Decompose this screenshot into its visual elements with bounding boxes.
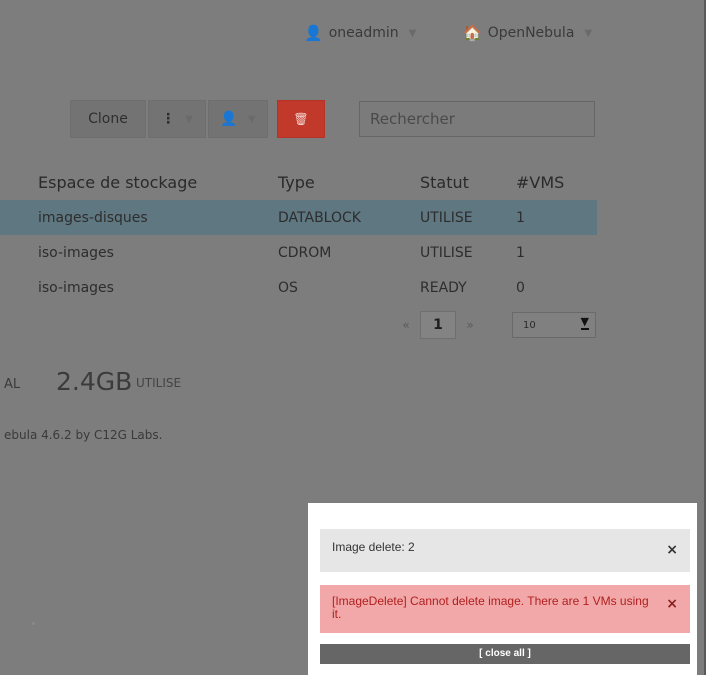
notification-info-text: Image delete: 2 <box>332 540 415 554</box>
clone-button-label: Clone <box>88 111 128 127</box>
top-navigation: 👤 oneadmin ▼ 🏠 OpenNebula ▼ <box>0 24 704 46</box>
close-icon[interactable]: × <box>666 542 678 558</box>
images-table: Espace de stockage Type Statut #VMS imag… <box>0 164 597 305</box>
cell-vms: 1 <box>516 244 525 261</box>
table-header-row: Espace de stockage Type Statut #VMS <box>0 164 597 200</box>
ownership-button[interactable]: 👤 ▼ <box>208 100 268 138</box>
user-menu[interactable]: 👤 oneadmin ▼ <box>304 24 416 42</box>
total-size: 2.4GB <box>56 367 133 396</box>
more-actions-button[interactable]: ⋮ ▼ <box>148 100 206 138</box>
more-icon: ⋮ <box>161 111 176 127</box>
current-page-number: 1 <box>433 317 443 333</box>
decorative-dot <box>32 622 35 625</box>
cell-type: CDROM <box>278 244 332 261</box>
close-icon[interactable]: × <box>666 597 678 611</box>
home-icon: 🏠 <box>463 24 482 42</box>
cell-status: READY <box>420 279 467 296</box>
next-page-button[interactable]: » <box>456 318 484 332</box>
page-size-select[interactable]: 10 ▼ <box>512 312 596 338</box>
column-header-type[interactable]: Type <box>278 164 420 200</box>
delete-button[interactable]: 🗑 <box>277 100 325 138</box>
notification-error-text: [ImageDelete] Cannot delete image. There… <box>332 594 649 621</box>
cell-datastore: images-disques <box>0 200 278 235</box>
current-page-button[interactable]: 1 <box>420 311 456 339</box>
column-header-vms[interactable]: #VMS <box>516 164 597 200</box>
total-size-label: UTILISE <box>136 376 182 390</box>
zone-name: OpenNebula <box>487 25 575 41</box>
dropdown-arrow-icon: ▼ <box>580 315 589 330</box>
zone-menu[interactable]: 🏠 OpenNebula ▼ <box>463 24 592 42</box>
notification-error: [ImageDelete] Cannot delete image. There… <box>320 585 690 633</box>
cell-vms: 1 <box>516 200 597 235</box>
close-all-button[interactable]: [ close all ] <box>320 644 690 664</box>
version-credits: ebula 4.6.2 by C12G Labs. <box>4 428 163 442</box>
clone-button[interactable]: Clone <box>70 100 146 138</box>
chevron-down-icon: ▼ <box>584 27 593 39</box>
cell-status: UTILISE <box>420 200 516 235</box>
chevron-down-icon: ▼ <box>247 113 256 125</box>
table-row[interactable]: images-disques DATABLOCK UTILISE 1 <box>0 200 597 235</box>
summary-prefix: AL <box>4 377 21 392</box>
cell-datastore: iso-images <box>38 279 114 296</box>
chevron-down-icon: ▼ <box>408 27 417 39</box>
column-header-status[interactable]: Statut <box>420 164 516 200</box>
toolbar: Clone ⋮ ▼ 👤 ▼ 🗑 <box>0 100 704 138</box>
previous-page-button[interactable]: « <box>392 318 420 332</box>
cell-datastore: iso-images <box>38 244 114 261</box>
trash-icon: 🗑 <box>293 112 309 126</box>
page-size-value: 10 <box>523 319 536 331</box>
cell-type: OS <box>278 279 298 296</box>
user-name: oneadmin <box>328 25 399 41</box>
column-header-datastore[interactable]: Espace de stockage <box>0 164 278 200</box>
cell-vms: 0 <box>516 279 525 296</box>
user-icon: 👤 <box>304 24 323 42</box>
chevron-down-icon: ▼ <box>185 113 193 125</box>
search-input[interactable] <box>359 101 595 137</box>
table-row[interactable]: iso-images OS READY 0 <box>0 270 597 305</box>
notification-info: Image delete: 2 × <box>320 529 690 572</box>
notification-panel: Image delete: 2 × [ImageDelete] Cannot d… <box>308 503 697 675</box>
pagination: « 1 » 10 ▼ <box>392 311 596 339</box>
user-icon: 👤 <box>220 111 238 127</box>
cell-status: UTILISE <box>420 244 473 261</box>
cell-type: DATABLOCK <box>278 200 420 235</box>
table-row[interactable]: iso-images CDROM UTILISE 1 <box>0 235 597 270</box>
